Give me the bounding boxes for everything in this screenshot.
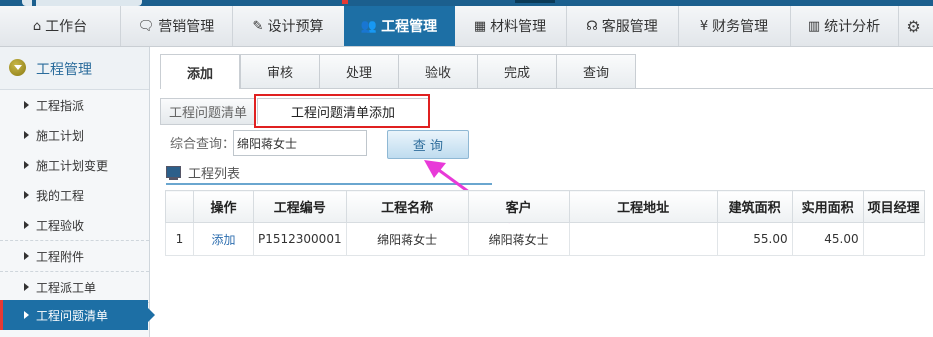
cell-customer: 绵阳蒋女士 [467, 222, 570, 256]
cell-index: 1 [165, 222, 194, 256]
column-header-code: 工程编号 [253, 190, 347, 223]
column-header-name: 工程名称 [345, 190, 469, 223]
project-table: 操作 工程编号 工程名称 客户 工程地址 建筑面积 实用面积 项目经理 1 添加… [165, 190, 925, 256]
annotation-arrow [424, 160, 511, 224]
column-header-build-area: 建筑面积 [716, 190, 793, 223]
cell-manager [862, 222, 925, 256]
cell-name: 绵阳蒋女士 [345, 222, 469, 256]
cell-code: P1512300001 [253, 222, 347, 256]
column-header-address: 工程地址 [568, 190, 718, 223]
table-header-row: 操作 工程编号 工程名称 客户 工程地址 建筑面积 实用面积 项目经理 [165, 190, 925, 223]
table-row: 1 添加 P1512300001 绵阳蒋女士 绵阳蒋女士 55.00 45.00 [165, 222, 925, 256]
column-header-manager: 项目经理 [862, 190, 925, 223]
cell-build-area: 55.00 [716, 222, 793, 256]
column-header-index [165, 190, 194, 223]
column-header-action: 操作 [193, 190, 254, 223]
cell-address [568, 222, 718, 256]
add-link[interactable]: 添加 [193, 222, 254, 256]
column-header-use-area: 实用面积 [791, 190, 864, 223]
column-header-customer: 客户 [467, 190, 570, 223]
cell-use-area: 45.00 [791, 222, 864, 256]
